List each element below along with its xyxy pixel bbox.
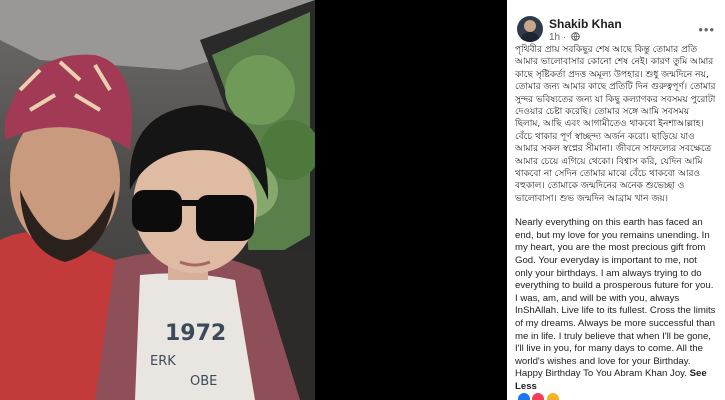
post-text: পৃথিবীর প্রায় সবকিছুর শেষ আছে কিন্তু তো… — [515, 44, 717, 400]
post-header: Shakib Khan 1h · ••• — [517, 16, 717, 46]
post-text-english: Nearly everything on this earth has face… — [515, 217, 717, 393]
like-reaction-icon — [517, 392, 531, 400]
author-name[interactable]: Shakib Khan — [549, 17, 622, 31]
post-photo[interactable]: 1972 ERK OBE — [0, 0, 315, 400]
shirt-print-obe: OBE — [190, 374, 217, 389]
more-horizontal-icon[interactable]: ••• — [698, 22, 715, 37]
care-reaction-icon — [545, 392, 560, 400]
post-meta: 1h · — [549, 32, 580, 43]
selfie-image: 1972 ERK OBE — [0, 0, 315, 400]
love-reaction-icon — [531, 392, 546, 400]
post-text-english-content: Nearly everything on this earth has face… — [515, 217, 716, 380]
post-sidebar: Shakib Khan 1h · ••• পৃথিবীর প্রায় সবকি… — [507, 0, 725, 400]
shirt-print-1972: 1972 — [165, 321, 226, 346]
reaction-icons[interactable] — [517, 392, 560, 400]
avatar[interactable] — [517, 16, 543, 42]
post-text-bengali: পৃথিবীর প্রায় সবকিছুর শেষ আছে কিন্তু তো… — [515, 45, 716, 204]
shirt-print-erk: ERK — [150, 354, 176, 369]
post-time[interactable]: 1h — [549, 32, 560, 43]
photo-viewer[interactable]: 1972 ERK OBE — [0, 0, 507, 400]
meta-separator: · — [562, 32, 567, 43]
globe-icon[interactable] — [571, 32, 580, 41]
